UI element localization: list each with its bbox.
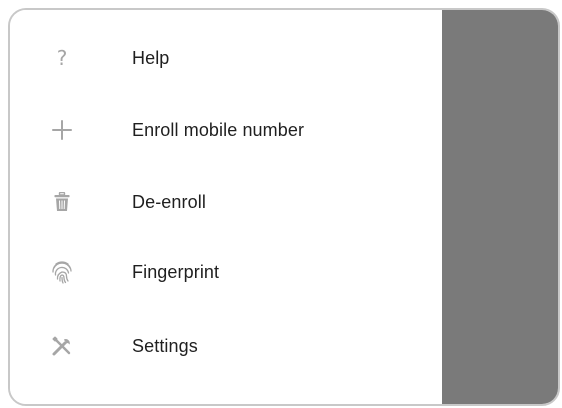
plus-icon [50,118,74,142]
fingerprint-icon [50,260,74,284]
menu-item-label: Settings [132,335,198,356]
menu-item-label: Fingerprint [132,261,220,282]
menu-item-label: Enroll mobile number [132,119,305,140]
menu-item-settings[interactable]: Settings [10,314,442,378]
menu-item-label: De-enroll [132,191,206,212]
help-icon: ? [56,46,68,70]
menu-item-enroll-mobile-number[interactable]: Enroll mobile number [10,98,442,162]
tools-icon [50,334,74,358]
drawer-scrim-overlay[interactable] [442,10,558,404]
trash-icon [50,190,74,214]
menu-item-label: Help [132,47,170,68]
app-frame: ? Help Enroll mobile number De-enroll Fi… [8,8,560,406]
menu-item-fingerprint[interactable]: Fingerprint [10,240,442,304]
navigation-drawer: ? Help Enroll mobile number De-enroll Fi… [10,10,442,404]
menu-item-help[interactable]: ? Help [10,26,442,90]
menu-item-de-enroll[interactable]: De-enroll [10,170,442,234]
